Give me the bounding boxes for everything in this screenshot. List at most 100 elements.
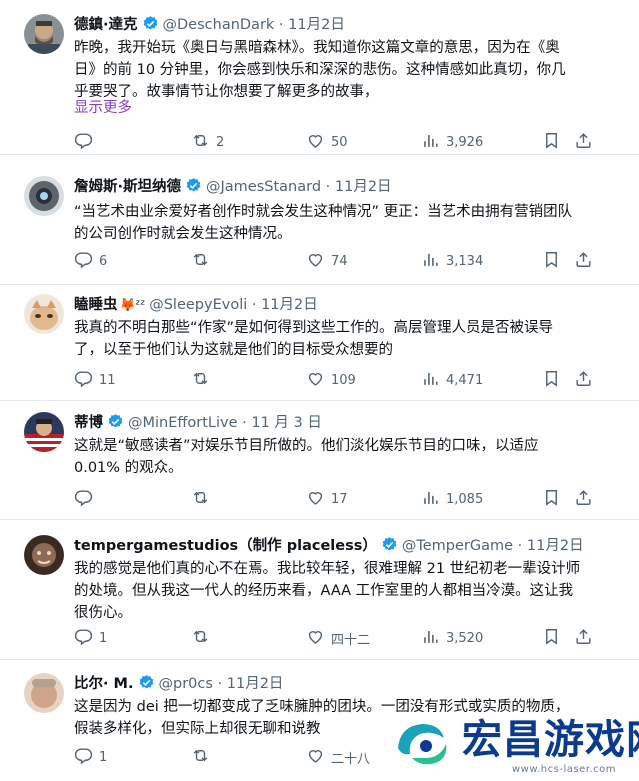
bookmark-button[interactable] [542, 627, 561, 649]
share-button[interactable] [574, 627, 593, 649]
avatar[interactable] [24, 673, 64, 713]
avatar[interactable] [24, 294, 64, 334]
like-icon [306, 627, 325, 650]
views-icon [421, 369, 440, 392]
user-handle[interactable]: @DeschanDark [163, 17, 275, 33]
share-icon [574, 369, 593, 392]
tweet-text-line: 了，以至于他们认为这就是他们的目标受众想要的 [74, 342, 393, 358]
tweet-actions: 6 74 3,134 [74, 250, 591, 272]
like-icon [306, 131, 325, 154]
tweet-text-line: 昨晚，我开始玩《奥日与黑暗森林》。我知道你这篇文章的意思，因为在《奥 [74, 40, 560, 56]
display-name[interactable]: 蒂博 [74, 415, 103, 431]
user-handle[interactable]: @JamesStanard [206, 179, 321, 195]
verified-badge-icon [185, 177, 202, 201]
like-count: 四十二 [331, 632, 371, 648]
retweet-icon [191, 746, 210, 769]
separator: · [242, 415, 247, 431]
user-handle[interactable]: @MinEffortLive [128, 415, 238, 431]
timestamp[interactable]: 11月2日 [261, 297, 318, 313]
reply-icon [74, 627, 93, 650]
display-name[interactable]: 詹姆斯·斯坦纳德 [74, 179, 181, 195]
reply-button[interactable]: 6 [74, 250, 107, 272]
like-button[interactable]: 50 [306, 131, 348, 153]
like-button[interactable]: 二十八 [306, 746, 370, 768]
user-handle[interactable]: @TemperGame [402, 538, 513, 554]
retweet-button[interactable] [191, 250, 216, 272]
timestamp[interactable]: 11月2日 [227, 676, 284, 692]
avatar[interactable] [24, 14, 64, 54]
retweet-button[interactable] [191, 627, 216, 649]
bookmark-button[interactable] [542, 369, 561, 391]
like-button[interactable]: 109 [306, 369, 356, 391]
reply-icon [74, 250, 93, 273]
tweet-text-line: 这就是“敏感读者”对娱乐节目所做的。他们淡化娱乐节目的口味，以适应 [74, 438, 539, 454]
tweet-text-line: 我真的不明白那些“作家”是如何得到这些工作的。高层管理人员是否被误导 [74, 320, 554, 336]
like-button[interactable]: 17 [306, 488, 348, 510]
timestamp[interactable]: 11月2日 [288, 17, 345, 33]
views-button[interactable]: 3,926 [421, 131, 483, 153]
tweet-text: 这就是“敏感读者”对娱乐节目所做的。他们淡化娱乐节目的口味，以适应 0.01% … [74, 435, 594, 479]
retweet-icon [191, 627, 210, 650]
show-more-link[interactable]: 显示更多 [74, 97, 132, 119]
user-handle[interactable]: @SleepyEvoli [149, 297, 247, 313]
retweet-icon [191, 488, 210, 511]
share-button[interactable] [574, 131, 593, 153]
retweet-button[interactable] [191, 369, 216, 391]
reply-button[interactable]: 1 [74, 746, 107, 768]
tweet[interactable]: 詹姆斯·斯坦纳德 @JamesStanard · 11月2日 “当艺术由业余爱好者… [0, 156, 639, 285]
timestamp[interactable]: 11月2日 [335, 179, 392, 195]
like-icon [306, 488, 325, 511]
avatar[interactable] [24, 176, 64, 216]
tweet-actions: 1 四十二 3,520 [74, 627, 591, 649]
bookmark-icon [542, 131, 561, 154]
tweet-text-line: 0.01% 的观众。 [74, 460, 183, 476]
avatar[interactable] [24, 535, 64, 575]
view-count: 3,926 [446, 134, 484, 150]
tweet[interactable]: 瞌睡虫 🦊ᶻᶻ @SleepyEvoli · 11月2日 我真的不明白那些“作家”是… [0, 286, 639, 401]
tweet-text: “当艺术由业余爱好者创作时就会发生这种情况” 更正：当艺术由拥有营销团队 的公司… [74, 201, 594, 245]
tweet-text: 我的感觉是他们真的心不在焉。我比较年轻，很难理解 21 世纪初老一辈设计师 的处… [74, 558, 594, 624]
bookmark-button[interactable] [542, 131, 561, 153]
reply-button[interactable]: 1 [74, 627, 107, 649]
reply-button[interactable] [74, 488, 99, 510]
views-button[interactable]: 4,471 [421, 369, 483, 391]
like-button[interactable]: 74 [306, 250, 348, 272]
timestamp[interactable]: 11 月 3 日 [251, 415, 322, 431]
bookmark-button[interactable] [542, 488, 561, 510]
tweet-header: 比尔· M. @pr0cs · 11月2日 [74, 673, 629, 695]
display-name[interactable]: tempergamestudios（制作 placeless） [74, 538, 377, 554]
views-button[interactable]: 1,085 [421, 488, 483, 510]
reply-icon [74, 488, 93, 511]
like-button[interactable]: 四十二 [306, 627, 370, 649]
retweet-icon [191, 131, 210, 154]
reply-button[interactable] [74, 131, 99, 153]
user-handle[interactable]: @pr0cs [159, 676, 213, 692]
tweet-text: 昨晚，我开始玩《奥日与黑暗森林》。我知道你这篇文章的意思，因为在《奥 日》的前 … [74, 37, 594, 103]
display-name[interactable]: 德鎮·達克 [74, 17, 138, 33]
separator: · [251, 297, 257, 313]
share-button[interactable] [574, 369, 593, 391]
share-button[interactable] [574, 488, 593, 510]
tweet[interactable]: 蒂博 @MinEffortLive · 11 月 3 日 这就是“敏感读者”对娱乐… [0, 402, 639, 520]
like-count: 109 [331, 372, 356, 388]
timestamp[interactable]: 11月2日 [527, 538, 584, 554]
tweet-text-line: 乎要哭了。故事情节让你想要了解更多的故事， [74, 84, 379, 100]
bookmark-button[interactable] [542, 250, 561, 272]
tweet[interactable]: tempergamestudios（制作 placeless） @TemperGa… [0, 521, 639, 660]
avatar[interactable] [24, 412, 64, 452]
tweet-text: 我真的不明白那些“作家”是如何得到这些工作的。高层管理人员是否被误导 了，以至于… [74, 317, 594, 361]
watermark-logo-icon [392, 718, 450, 774]
bookmark-icon [542, 488, 561, 511]
retweet-button[interactable] [191, 746, 216, 768]
retweet-button[interactable] [191, 488, 216, 510]
views-button[interactable]: 3,520 [421, 627, 483, 649]
display-name[interactable]: 比尔· M. [74, 676, 134, 692]
reply-icon [74, 131, 93, 154]
views-button[interactable]: 3,134 [421, 250, 483, 272]
display-name[interactable]: 瞌睡虫 [74, 297, 118, 313]
fox-sleep-emoji: 🦊ᶻᶻ [119, 298, 146, 313]
share-button[interactable] [574, 250, 593, 272]
tweet[interactable]: 德鎮·達克 @DeschanDark · 11月2日 昨晚，我开始玩《奥日与黑暗森… [0, 0, 639, 155]
reply-button[interactable]: 11 [74, 369, 116, 391]
retweet-button[interactable]: 2 [191, 131, 224, 153]
